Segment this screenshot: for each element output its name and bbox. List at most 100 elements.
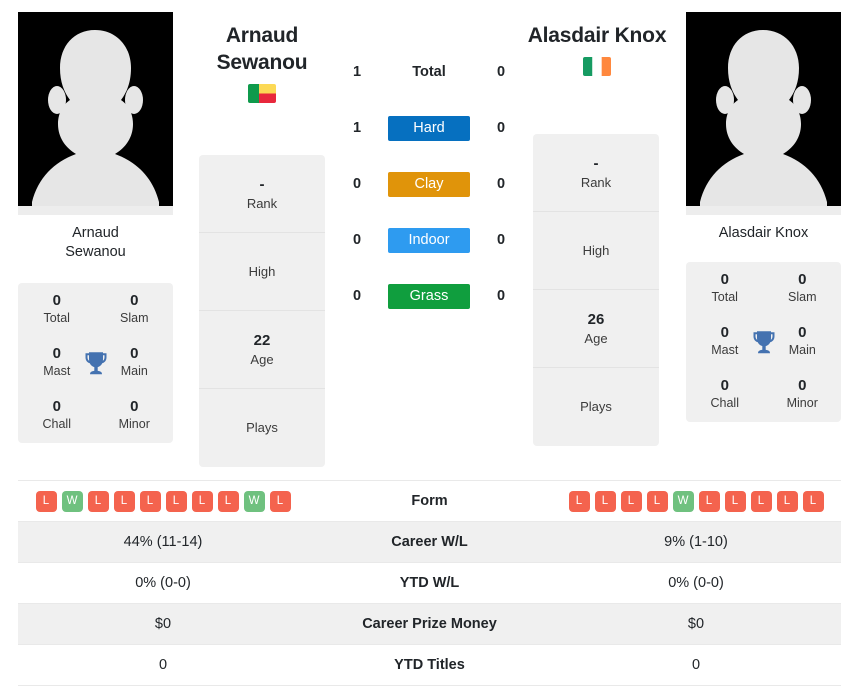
h2h-grass-left-value: 0: [352, 288, 362, 304]
left-caption-line1: Arnaud: [72, 225, 119, 241]
h2h-indoor-badge-wrap: Indoor: [388, 227, 470, 253]
form-badge-left-2[interactable]: L: [87, 490, 109, 512]
form-badge-left-6[interactable]: L: [191, 490, 213, 512]
right-career-wl-value: 9% (1-10): [551, 521, 841, 563]
form-badge-right-7[interactable]: L: [750, 490, 772, 512]
right-titles-slam-label: Slam: [788, 290, 817, 304]
right-titles-slam-value: 0: [798, 271, 807, 288]
right-ytd-titles-value: 0: [551, 644, 841, 686]
left-player-photo-caption: Arnaud Sewanou: [18, 215, 173, 262]
right-titles-minor: 0 Minor: [764, 376, 842, 412]
form-badge-right-9[interactable]: L: [802, 490, 824, 512]
right-titles-slam: 0 Slam: [764, 270, 842, 306]
h2h-row-clay: 0 Clay 0: [345, 170, 513, 198]
right-form-cell: LLLLWLLLLL: [551, 480, 841, 522]
row-label-career-wl: Career W/L: [308, 521, 551, 563]
row-label-ytd-titles: YTD Titles: [308, 644, 551, 686]
right-info-rank-value: -: [593, 154, 599, 172]
right-titles-total-value: 0: [720, 271, 729, 288]
left-titles-slam-value: 0: [130, 292, 139, 309]
form-badge-left-8[interactable]: W: [243, 490, 265, 512]
right-info-age-label: Age: [584, 330, 608, 346]
right-info-plays: Plays: [533, 368, 659, 446]
row-label-career-prize-money: Career Prize Money: [308, 603, 551, 645]
left-info-high: High: [199, 233, 325, 311]
right-player-photo-caption: Alasdair Knox: [686, 215, 841, 243]
form-badge-left-1[interactable]: W: [61, 490, 83, 512]
right-player-avatar-column: Alasdair Knox: [686, 12, 841, 243]
h2h-indoor-left-value: 0: [352, 232, 362, 248]
right-titles-total-label: Total: [711, 290, 738, 304]
h2h-clay-badge-wrap: Clay: [388, 171, 470, 197]
right-caption-line1: Alasdair Knox: [718, 225, 809, 241]
surface-badge-grass: Grass: [388, 283, 470, 309]
surface-badge-hard: Hard: [388, 115, 470, 141]
form-badge-left-7[interactable]: L: [217, 490, 239, 512]
left-player-photo: [18, 12, 173, 215]
left-titles-minor-value: 0: [130, 398, 139, 415]
form-badge-right-5[interactable]: L: [698, 490, 720, 512]
form-badge-left-9[interactable]: L: [269, 490, 291, 512]
form-badge-left-4[interactable]: L: [139, 490, 161, 512]
left-info-age-value: 22: [253, 331, 271, 349]
right-titles-minor-label: Minor: [786, 396, 818, 410]
right-info-rank-label: Rank: [580, 174, 612, 190]
right-ytd-wl-value: 0% (0-0): [551, 562, 841, 604]
left-info-high-label: High: [248, 263, 276, 279]
left-player-avatar-column: Arnaud Sewanou: [18, 12, 173, 262]
h2h-total-left-value: 1: [352, 64, 362, 80]
form-badge-left-5[interactable]: L: [165, 490, 187, 512]
left-player-titles-card: 0 Total 0 Slam 0 Mast 0 Main 0 Chall 0 M…: [18, 283, 173, 443]
form-badge-right-8[interactable]: L: [776, 490, 798, 512]
left-titles-chall: 0 Chall: [18, 397, 96, 433]
left-caption-line2: Sewanou: [65, 244, 126, 260]
form-badge-left-3[interactable]: L: [113, 490, 135, 512]
left-titles-total: 0 Total: [18, 291, 96, 327]
left-ytd-wl-value: 0% (0-0): [18, 562, 308, 604]
left-titles-chall-label: Chall: [42, 417, 72, 431]
form-badge-right-4[interactable]: W: [672, 490, 694, 512]
h2h-row-total: 1 Total 0: [345, 58, 513, 86]
h2h-hard-badge-wrap: Hard: [388, 115, 470, 141]
right-titles-chall-label: Chall: [710, 396, 740, 410]
h2h-row-grass: 0 Grass 0: [345, 282, 513, 310]
left-info-plays: Plays: [199, 389, 325, 467]
head-to-head-panel: 1 Total 0 1 Hard 0 0 Clay 0 0 Indoor 0 0…: [345, 58, 513, 310]
surface-badge-indoor: Indoor: [388, 227, 470, 253]
player-silhouette-icon: [18, 12, 173, 215]
h2h-clay-left-value: 0: [352, 176, 362, 192]
left-info-rank-value: -: [259, 175, 265, 193]
form-badge-right-0[interactable]: L: [568, 490, 590, 512]
left-player-name-line1: Arnaud: [225, 24, 299, 47]
left-titles-chall-value: 0: [52, 398, 61, 415]
table-row-ytd-wl: 0% (0-0) YTD W/L 0% (0-0): [18, 562, 841, 604]
left-titles-slam-label: Slam: [120, 311, 149, 325]
left-career-wl-value: 44% (11-14): [18, 521, 308, 563]
left-info-age-label: Age: [250, 351, 274, 367]
left-titles-minor: 0 Minor: [96, 397, 174, 433]
form-badge-left-0[interactable]: L: [35, 490, 57, 512]
h2h-row-hard: 1 Hard 0: [345, 114, 513, 142]
left-player-info-card: - Rank High 22 Age Plays: [199, 155, 325, 467]
table-row-form: LWLLLLLLWL Form LLLLWLLLLL: [18, 480, 841, 522]
left-titles-total-label: Total: [43, 311, 70, 325]
form-badge-right-2[interactable]: L: [620, 490, 642, 512]
right-info-plays-label: Plays: [580, 399, 612, 414]
left-titles-total-value: 0: [52, 292, 61, 309]
form-badge-right-1[interactable]: L: [594, 490, 616, 512]
form-badge-right-6[interactable]: L: [724, 490, 746, 512]
left-form-cell: LWLLLLLLWL: [18, 480, 308, 522]
h2h-grass-right-value: 0: [496, 288, 506, 304]
left-player-header: Arnaud Sewanou: [186, 22, 338, 103]
h2h-row-indoor: 0 Indoor 0: [345, 226, 513, 254]
form-badge-right-3[interactable]: L: [646, 490, 668, 512]
player-silhouette-icon: [686, 12, 841, 215]
comparison-stats-table: LWLLLLLLWL Form LLLLWLLLLL 44% (11-14) C…: [18, 480, 841, 686]
right-player-info-card: - Rank High 26 Age Plays: [533, 134, 659, 446]
right-titles-grid: 0 Total 0 Slam 0 Mast 0 Main 0 Chall 0 M…: [686, 270, 841, 412]
trophy-icon: [81, 348, 111, 378]
left-career-prize-money-value: $0: [18, 603, 308, 645]
table-row-career-wl: 44% (11-14) Career W/L 9% (1-10): [18, 521, 841, 563]
trophy-icon: [749, 327, 779, 357]
ireland-flag-icon: [583, 57, 611, 76]
